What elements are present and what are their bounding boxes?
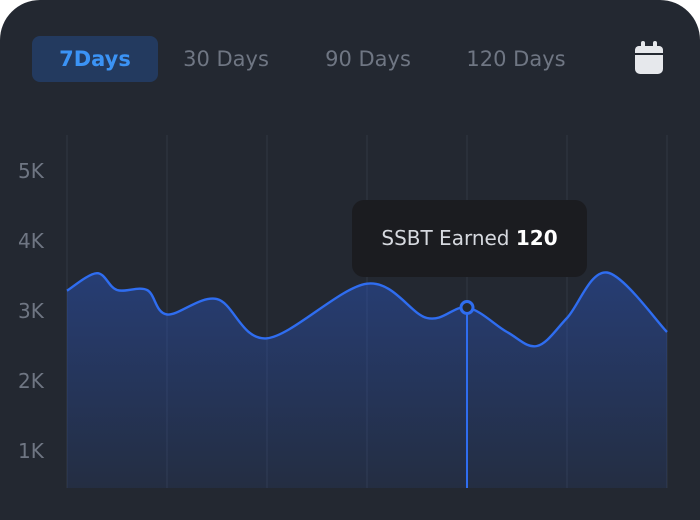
value-tooltip: SSBT Earned 120 [352, 200, 587, 277]
tooltip-label: SSBT Earned [381, 226, 510, 250]
y-tick-label: 2K [18, 369, 45, 393]
y-tick-label: 5K [18, 159, 45, 183]
earnings-card: 7Days 30 Days 90 Days 120 Days 5K 4K 3K 2K 1… [0, 0, 700, 520]
earnings-chart: 5K 4K 3K 2K 1K [18, 135, 668, 488]
y-axis: 5K 4K 3K 2K 1K [18, 159, 45, 463]
y-tick-label: 1K [18, 439, 45, 463]
highlight-point [459, 300, 475, 315]
tooltip-value: 120 [515, 226, 558, 250]
y-tick-label: 3K [18, 299, 45, 323]
y-tick-label: 4K [18, 229, 45, 253]
